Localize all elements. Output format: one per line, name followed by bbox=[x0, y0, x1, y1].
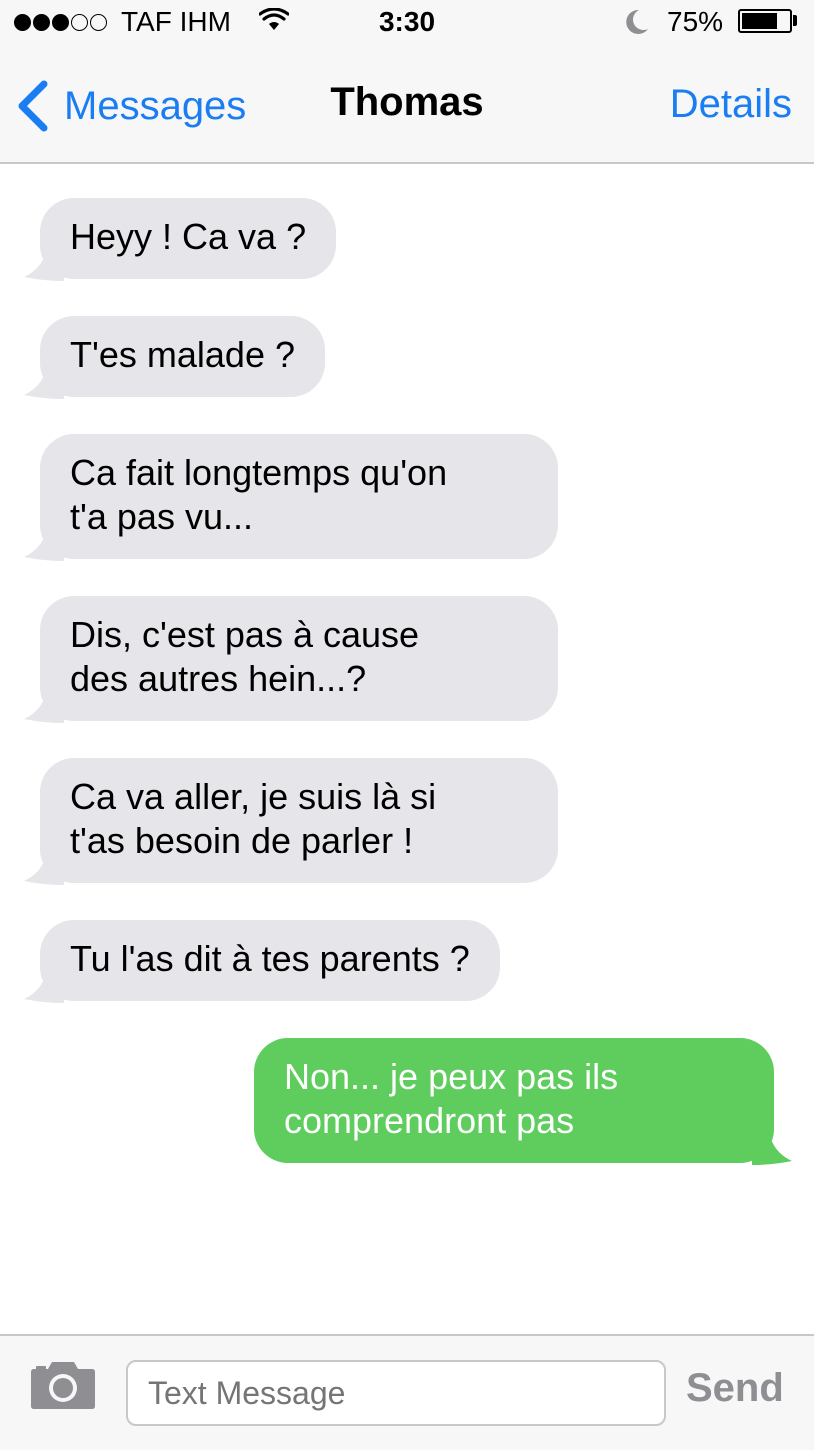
message-text-line: Ca fait longtemps qu'on bbox=[70, 452, 448, 493]
send-button[interactable]: Send bbox=[686, 1366, 784, 1411]
message-text: Heyy ! Ca va ? bbox=[70, 216, 307, 257]
message-text: Tu l'as dit à tes parents ? bbox=[70, 938, 470, 979]
bubble-tail bbox=[24, 683, 64, 723]
message-text-line: t'a pas vu... bbox=[70, 496, 253, 537]
message-input-bar: Send bbox=[0, 1334, 814, 1450]
moon-icon bbox=[626, 9, 648, 34]
camera-icon[interactable] bbox=[30, 1360, 96, 1410]
battery-level bbox=[742, 13, 777, 29]
incoming-message-bubble[interactable]: T'es malade ? bbox=[24, 316, 325, 399]
message-text-line: Ca va aller, je suis là si bbox=[70, 776, 437, 817]
text-message-input[interactable] bbox=[126, 1360, 666, 1426]
battery-icon bbox=[738, 9, 792, 33]
message-text-line: comprendront pas bbox=[284, 1100, 575, 1141]
bubble-tail bbox=[752, 1125, 792, 1165]
bubble-tail bbox=[24, 359, 64, 399]
incoming-message-bubble[interactable]: Tu l'as dit à tes parents ? bbox=[24, 920, 500, 1003]
status-bar: TAF IHM 3:30 75% bbox=[0, 0, 814, 44]
outgoing-message-bubble[interactable]: Non... je peux pas ils comprendront pas bbox=[254, 1038, 792, 1165]
incoming-message-bubble[interactable]: Ca fait longtemps qu'on t'a pas vu... bbox=[24, 434, 558, 561]
incoming-message-bubble[interactable]: Dis, c'est pas à cause des autres hein..… bbox=[24, 596, 558, 723]
bubble-tail bbox=[24, 963, 64, 1003]
message-text-line: des autres hein...? bbox=[70, 658, 367, 699]
battery-tip bbox=[793, 15, 797, 26]
message-text-line: Non... je peux pas ils bbox=[284, 1056, 619, 1097]
battery-percentage: 75% bbox=[667, 6, 724, 37]
details-button[interactable]: Details bbox=[670, 82, 792, 127]
bubble-tail bbox=[24, 521, 64, 561]
incoming-message-bubble[interactable]: Ca va aller, je suis là si t'as besoin d… bbox=[24, 758, 558, 885]
navigation-bar: Messages Thomas Details bbox=[0, 44, 814, 164]
bubble-tail bbox=[24, 241, 64, 281]
message-text: T'es malade ? bbox=[70, 334, 295, 375]
incoming-message-bubble[interactable]: Heyy ! Ca va ? bbox=[24, 198, 337, 281]
message-text-line: Dis, c'est pas à cause bbox=[70, 614, 420, 655]
message-text-line: t'as besoin de parler ! bbox=[70, 820, 414, 861]
bubble-tail bbox=[24, 845, 64, 885]
